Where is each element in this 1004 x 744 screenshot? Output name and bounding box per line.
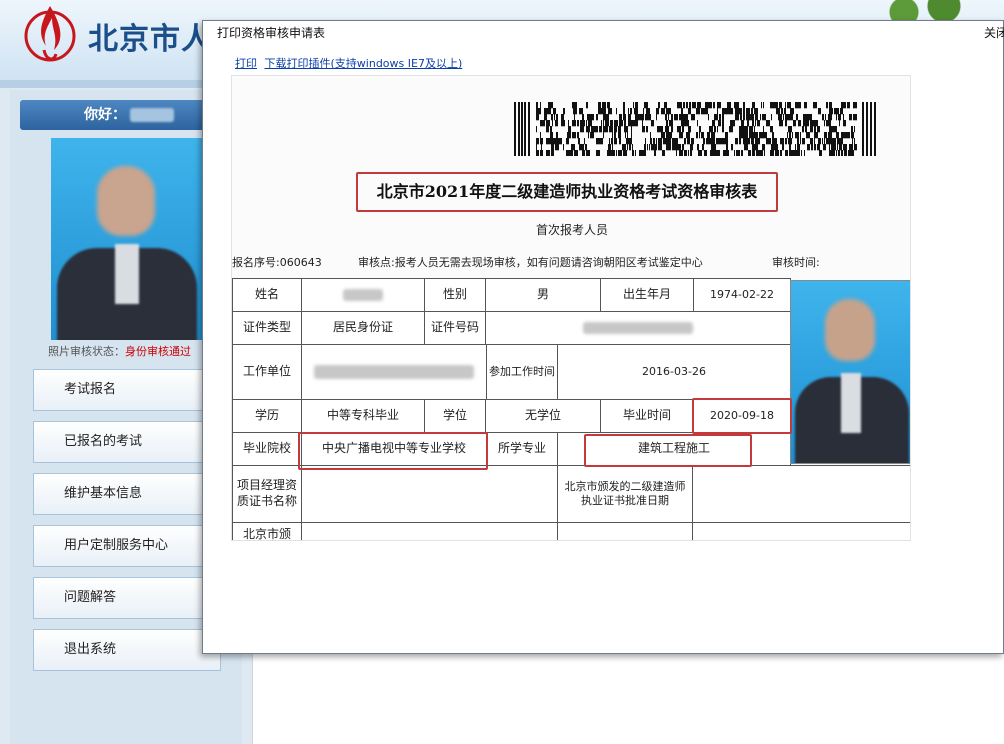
value-education: 中等专科毕业 [301, 399, 425, 433]
value-work-unit [301, 344, 487, 400]
nav-faq[interactable]: 问题解答 [33, 577, 221, 619]
value-id-type: 居民身份证 [301, 311, 425, 345]
print-dialog: 打印资格审核申请表 关闭 打印 下载打印插件(支持windows IE7及以上)… [202, 20, 1004, 654]
nav-label: 用户定制服务中心 [64, 538, 169, 553]
value-bj-certificate-date [692, 465, 910, 523]
label-bj-row: 北京市颁 [232, 522, 302, 540]
photo-status-value: 身份审核通过 [125, 345, 191, 358]
label-education: 学历 [232, 399, 302, 433]
dialog-toolbar: 打印 下载打印插件(支持windows IE7及以上) [235, 55, 466, 71]
value-school: 中央广播电视中等专业学校 [301, 432, 487, 466]
value-pm-certificate [301, 465, 558, 523]
label-bj-certificate-date: 北京市颁发的二级建造师执业证书批准日期 [557, 465, 693, 523]
nav-label: 问题解答 [64, 590, 117, 605]
value-name [301, 278, 425, 312]
value-major: 建筑工程施工 [557, 432, 791, 466]
label-pm-certificate: 项目经理资质证书名称 [232, 465, 302, 523]
label-work-unit: 工作单位 [232, 344, 302, 400]
user-name-blurred [130, 108, 174, 122]
value-birth: 1974-02-22 [693, 278, 791, 312]
nav-label: 已报名的考试 [64, 434, 143, 449]
review-point: 审核点:报考人员无需去现场审核，如有问题请咨询朝阳区考试鉴定中心 [358, 256, 703, 269]
nav-custom-service[interactable]: 用户定制服务中心 [33, 525, 221, 567]
nav-maintain-info[interactable]: 维护基本信息 [33, 473, 221, 515]
header-decoration [864, 0, 1004, 22]
review-time: 审核时间: [772, 256, 820, 269]
label-degree: 学位 [424, 399, 486, 433]
value-gender: 男 [485, 278, 601, 312]
id-number-blurred [583, 322, 693, 334]
photo-collar [115, 244, 139, 304]
barcode-icon [514, 102, 876, 156]
document-subtitle: 首次报考人员 [535, 223, 608, 237]
greeting-label: 你好： [84, 107, 126, 123]
label-grad-time: 毕业时间 [600, 399, 694, 433]
name-blurred [343, 289, 383, 301]
application-table: 姓名 性别 男 出生年月 1974-02-22 证件类型 居民身份证 证件号码 … [232, 278, 910, 540]
registration-number: 报名序号:060643 [232, 256, 322, 269]
user-photo [51, 138, 203, 340]
nav-registered-exams[interactable]: 已报名的考试 [33, 421, 221, 463]
label-work-start: 参加工作时间 [486, 344, 558, 400]
applicant-photo-collar [841, 373, 861, 433]
photo-head-blurred [97, 166, 155, 236]
document-view[interactable]: 北京市2021年度二级建造师执业资格考试资格审核表 首次报考人员 报名序号:06… [231, 75, 911, 541]
photo-status-label: 照片审核状态： [48, 345, 125, 358]
value-work-start: 2016-03-26 [557, 344, 791, 400]
label-id-number: 证件号码 [424, 311, 486, 345]
document-title: 北京市2021年度二级建造师执业资格考试资格审核表 [356, 172, 778, 212]
greeting-bar: 你好： [20, 100, 210, 130]
value-degree: 无学位 [485, 399, 601, 433]
site-title: 北京市人 [88, 22, 212, 57]
nav-logout[interactable]: 退出系统 [33, 629, 221, 671]
label-id-type: 证件类型 [232, 311, 302, 345]
nav-exam-registration[interactable]: 考试报名 [33, 369, 221, 411]
value-bj-row [301, 522, 558, 540]
dialog-close-button[interactable]: 关闭 [984, 24, 1004, 41]
value-grad-time: 2020-09-18 [693, 399, 791, 433]
print-link[interactable]: 打印 [235, 57, 257, 70]
nav-label: 退出系统 [64, 642, 117, 657]
photo-status: 照片审核状态：身份审核通过 [48, 343, 191, 359]
dialog-title: 打印资格审核申请表 [217, 26, 326, 40]
main-content-area [252, 654, 1004, 744]
label-birth: 出生年月 [600, 278, 694, 312]
value-bj-row-2 [557, 522, 693, 540]
applicant-photo-head-blurred [825, 299, 875, 361]
label-major: 所学专业 [486, 432, 558, 466]
label-school: 毕业院校 [232, 432, 302, 466]
value-id-number [485, 311, 791, 345]
applicant-photo [790, 280, 910, 464]
work-unit-blurred [314, 365, 474, 379]
download-plugin-link[interactable]: 下载打印插件(支持windows IE7及以上) [265, 57, 463, 70]
label-gender: 性别 [424, 278, 486, 312]
value-bj-row-3 [692, 522, 910, 540]
label-name: 姓名 [232, 278, 302, 312]
flame-logo-icon [24, 6, 76, 62]
nav-label: 维护基本信息 [64, 486, 143, 501]
nav-label: 考试报名 [64, 382, 117, 397]
